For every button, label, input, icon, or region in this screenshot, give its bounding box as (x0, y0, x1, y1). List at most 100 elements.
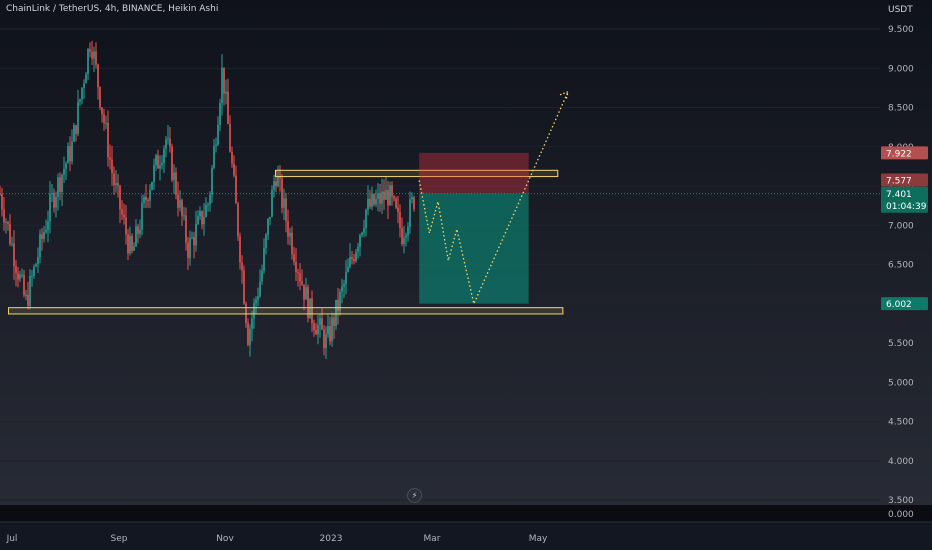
candle-body (127, 234, 129, 254)
candle-body (45, 230, 47, 233)
candle-body (331, 317, 333, 342)
candle-body (141, 203, 143, 230)
candle-body (109, 157, 111, 160)
candle-body (363, 228, 365, 233)
lightning-event-icon[interactable]: ⚡ (407, 488, 422, 503)
candle-body (129, 235, 131, 254)
candle-body (345, 271, 347, 284)
candle-body (283, 198, 285, 208)
x-tick-label: May (529, 534, 548, 544)
candle-body (195, 223, 197, 246)
candle-body (147, 200, 149, 202)
candle-body (199, 211, 201, 217)
price-badge-value: 6.002 (886, 300, 912, 310)
candle-body (37, 257, 39, 265)
price-badge-value: 7.401 (886, 190, 912, 200)
candle-body (251, 318, 253, 329)
candle-body (295, 261, 297, 273)
candle-body (269, 216, 271, 219)
candle-body (233, 163, 235, 176)
candle-body (267, 218, 269, 235)
candle-body (389, 185, 391, 206)
candle-body (321, 318, 323, 330)
candle-body (275, 181, 277, 187)
y-tick-label: 4.000 (888, 457, 914, 467)
candle-body (323, 329, 325, 349)
candle-body (347, 266, 349, 272)
candle-body (231, 151, 233, 164)
candle-body (139, 229, 141, 234)
candle-body (327, 326, 329, 335)
candle-body (361, 232, 363, 236)
candle-body (163, 148, 165, 163)
candle-body (329, 326, 331, 342)
y-tick-label: 4.500 (888, 418, 914, 428)
candle-body (173, 172, 175, 181)
candle-body (59, 177, 61, 193)
candle-body (115, 183, 117, 185)
candle-body (161, 162, 163, 166)
candle-body (121, 209, 123, 215)
candle-body (117, 183, 119, 186)
candle-body (261, 270, 263, 282)
candle-body (229, 123, 231, 152)
candle-body (179, 200, 181, 208)
y-tick-label: 6.500 (888, 261, 914, 271)
y-tick-label: 8.500 (888, 104, 914, 114)
candle-body (375, 198, 377, 205)
candle-body (299, 273, 301, 282)
candle-body (47, 221, 49, 231)
candle-body (83, 83, 85, 88)
candle-body (171, 146, 173, 181)
candle-body (217, 124, 219, 145)
candle-body (291, 232, 293, 255)
candle-body (15, 266, 17, 273)
candle-body (333, 317, 335, 326)
candle-body (349, 257, 351, 267)
candle-body (43, 232, 45, 239)
take-profit-zone (419, 193, 529, 304)
candle-body (85, 74, 87, 84)
candle-body (75, 125, 77, 135)
candle-body (73, 125, 75, 142)
candle-body (175, 172, 177, 195)
candle-body (207, 204, 209, 206)
lower-pane (0, 505, 932, 522)
candle-body (373, 194, 375, 205)
candle-body (227, 91, 229, 124)
candle-body (35, 264, 37, 267)
candle-body (381, 191, 383, 204)
candle-body (165, 139, 167, 149)
y-tick-label: 7.000 (888, 221, 914, 231)
candle-body (61, 174, 63, 193)
candle-body (169, 138, 171, 147)
candle-body (17, 272, 19, 280)
candle-body (385, 189, 387, 200)
candle-body (369, 198, 371, 207)
candle-body (157, 155, 159, 169)
candle-body (365, 209, 367, 229)
candle-body (213, 145, 215, 168)
candle-body (111, 159, 113, 174)
candle-body (25, 294, 27, 296)
candle-body (53, 193, 55, 208)
candle-body (263, 248, 265, 271)
candle-body (319, 318, 321, 326)
candle-body (143, 196, 145, 204)
candle-body (31, 275, 33, 277)
candle-body (177, 194, 179, 208)
candle-body (91, 51, 93, 59)
candle-body (271, 189, 273, 217)
candle-body (289, 232, 291, 237)
candle-body (193, 237, 195, 246)
y-tick-label: 3.500 (888, 496, 914, 506)
candle-body (259, 281, 261, 297)
candle-body (383, 191, 385, 200)
candle-body (89, 49, 91, 52)
candle-body (29, 275, 31, 307)
candle-body (393, 196, 395, 199)
candle-body (413, 197, 415, 210)
candle-body (27, 294, 29, 307)
chart-canvas[interactable]: 9.5009.0008.5008.0007.5007.0006.5006.000… (0, 0, 932, 550)
y-tick-label: 5.000 (888, 378, 914, 388)
